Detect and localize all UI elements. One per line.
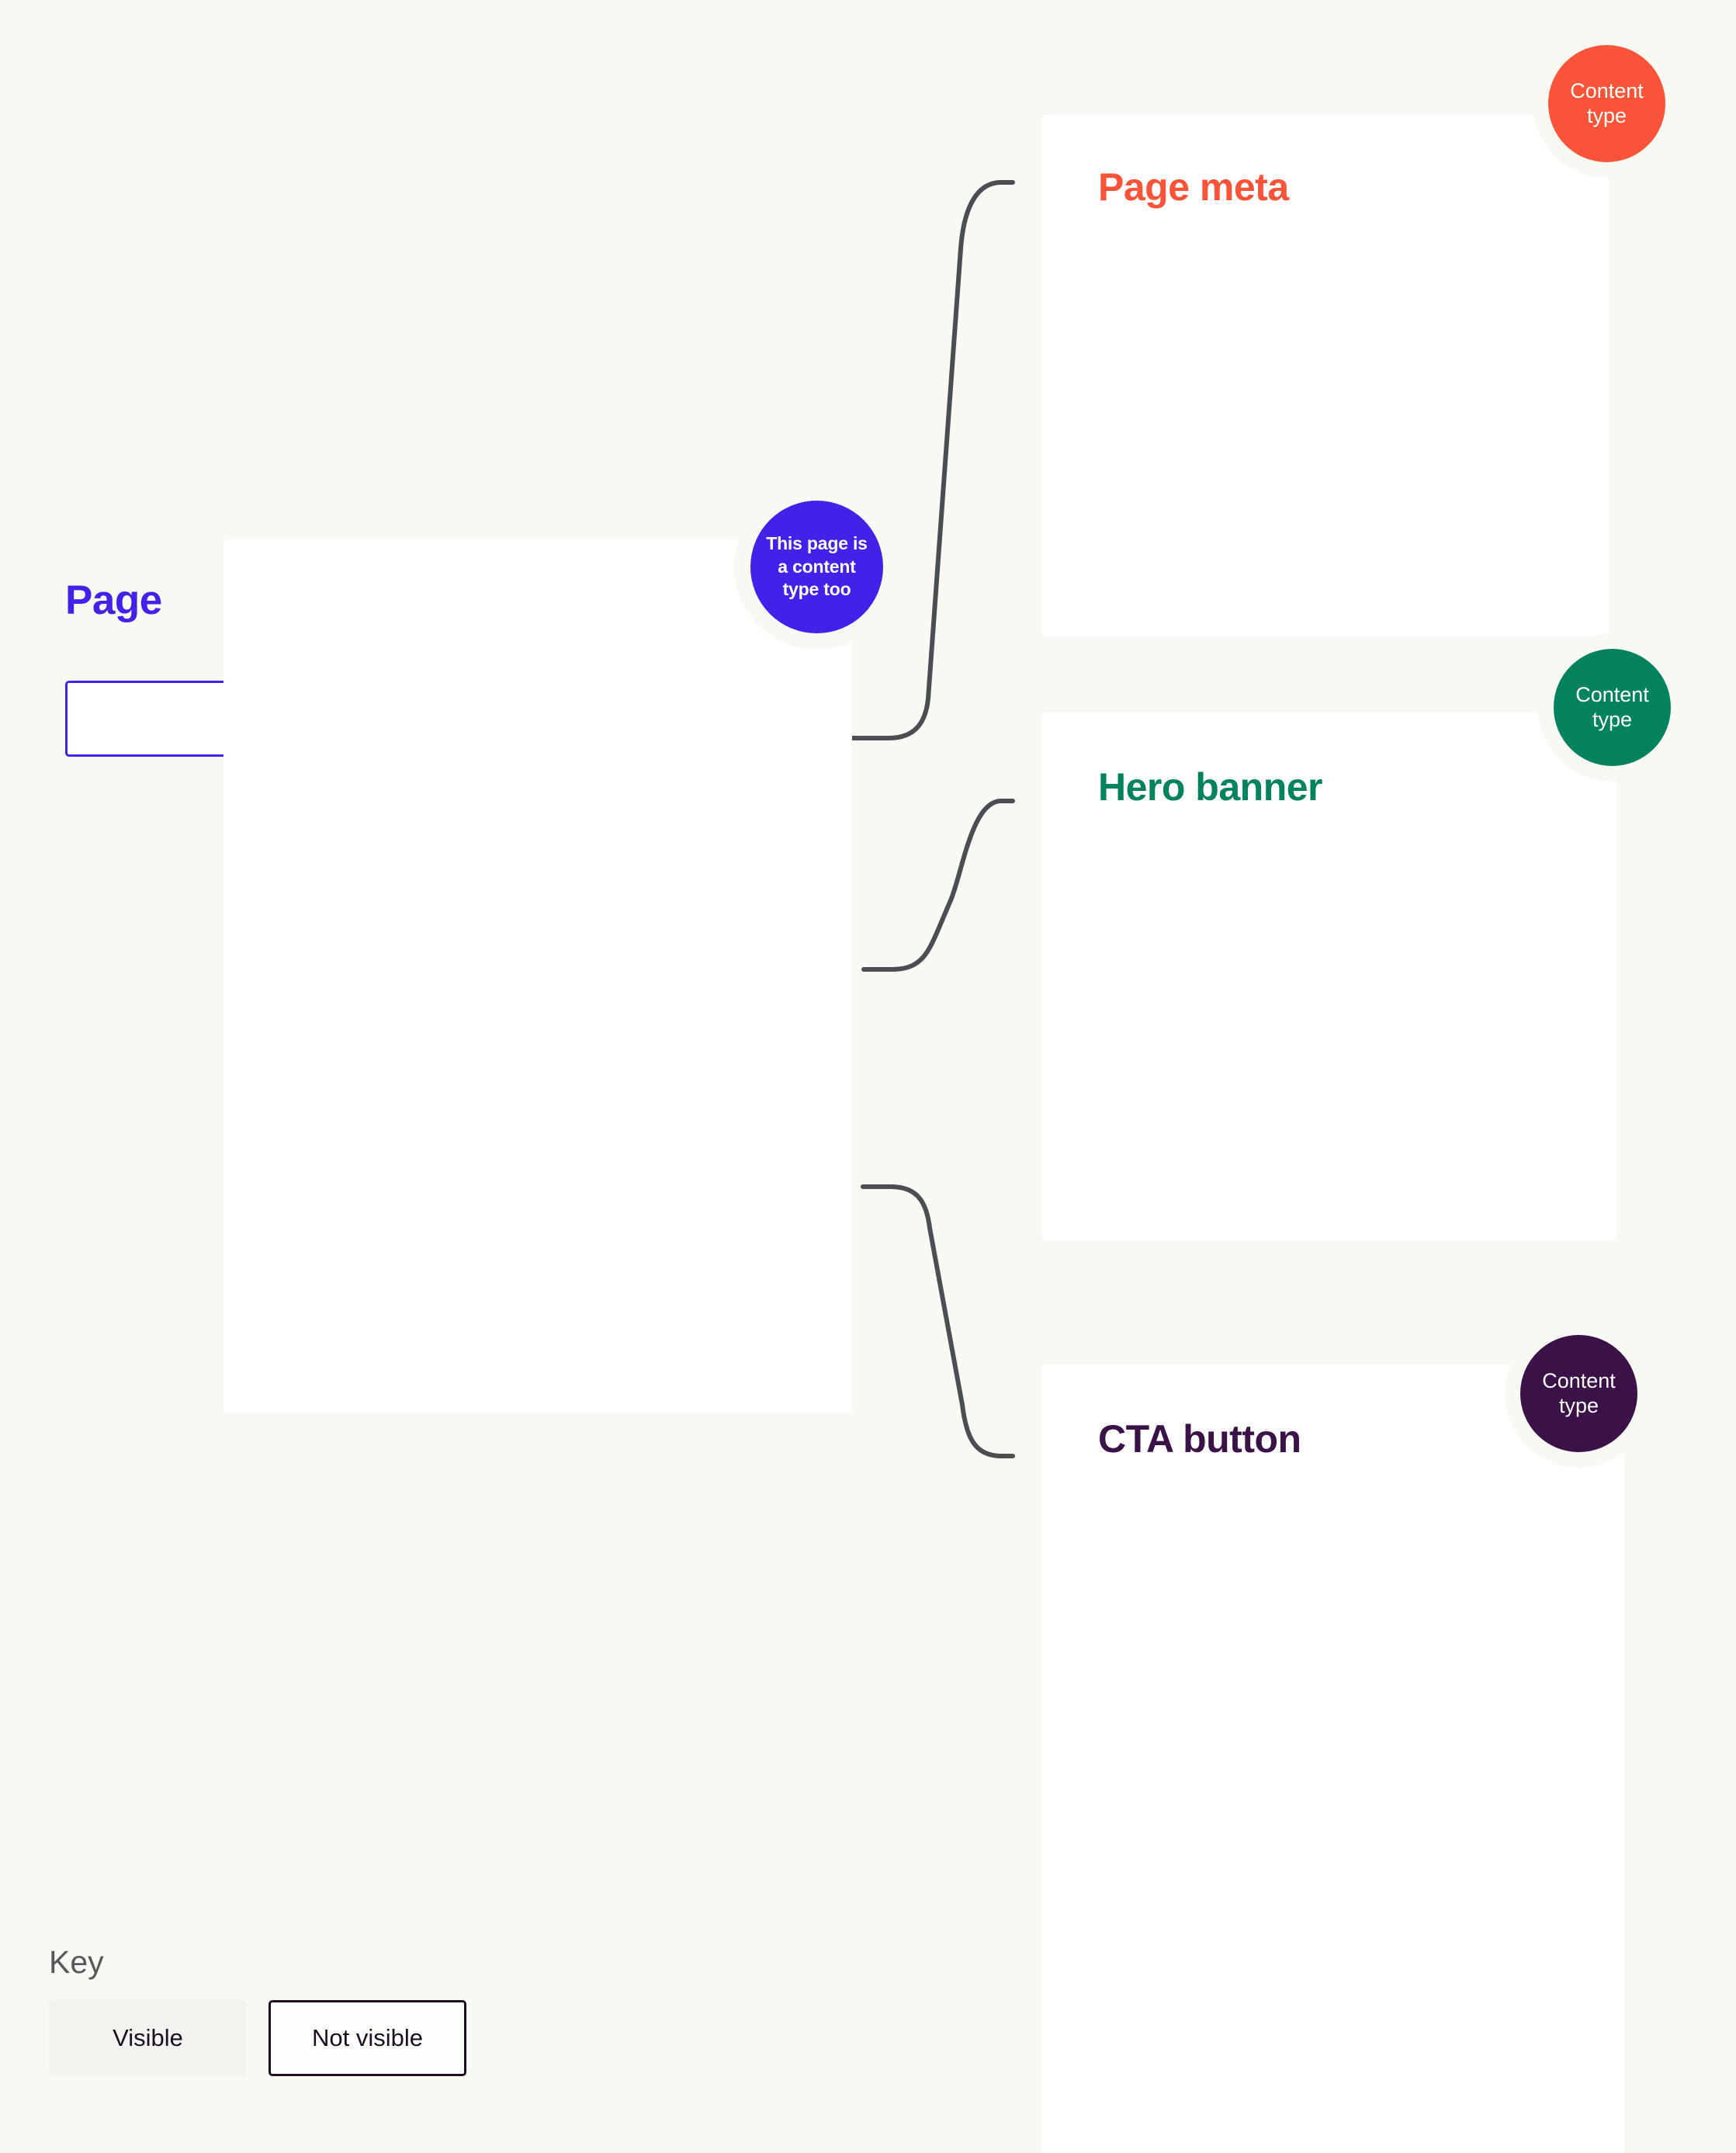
page-meta-card-title: Page meta bbox=[1098, 165, 1289, 209]
badge-line-2: type bbox=[1558, 1393, 1599, 1417]
key-label: Key bbox=[49, 1944, 104, 1980]
badge-line-1: Content bbox=[1570, 78, 1644, 102]
key-swatch-visible: Visible bbox=[49, 2000, 247, 2076]
connector-page-meta bbox=[850, 180, 1015, 740]
diagram-canvas: Page Page meta Nav Hero banner Content C… bbox=[0, 0, 1736, 2153]
key-swatch-not-visible-label: Not visible bbox=[312, 2024, 423, 2051]
badge-line-2: a content bbox=[778, 556, 856, 577]
page-card-title: Page bbox=[65, 577, 162, 623]
key-swatch-visible-label: Visible bbox=[113, 2024, 183, 2051]
page-content-type-badge: This page is a content type too bbox=[750, 501, 883, 633]
key-legend: Key Visible Not visible bbox=[49, 1944, 466, 2076]
badge-line-3: type too bbox=[782, 579, 851, 600]
hero-banner-content-type-badge: Content type bbox=[1554, 649, 1671, 766]
page-meta-content-type-badge: Content type bbox=[1548, 45, 1665, 162]
key-swatch-not-visible: Not visible bbox=[269, 2000, 466, 2076]
cta-button-card bbox=[1042, 1364, 1624, 2153]
badge-line-2: type bbox=[1592, 707, 1633, 731]
key-swatch-row: Visible Not visible bbox=[49, 2000, 466, 2076]
hero-banner-card-title: Hero banner bbox=[1098, 765, 1323, 809]
badge-line-1: Content bbox=[1575, 682, 1649, 706]
badge-line-1: Content bbox=[1542, 1368, 1616, 1392]
connector-hero-banner bbox=[861, 799, 1015, 972]
badge-line-2: type bbox=[1586, 103, 1627, 127]
connector-cta bbox=[861, 1184, 1015, 1458]
cta-button-content-type-badge: Content type bbox=[1520, 1335, 1637, 1452]
badge-line-1: This page is bbox=[766, 532, 868, 553]
cta-button-card-title: CTA button bbox=[1098, 1417, 1301, 1461]
page-card bbox=[223, 539, 852, 1413]
